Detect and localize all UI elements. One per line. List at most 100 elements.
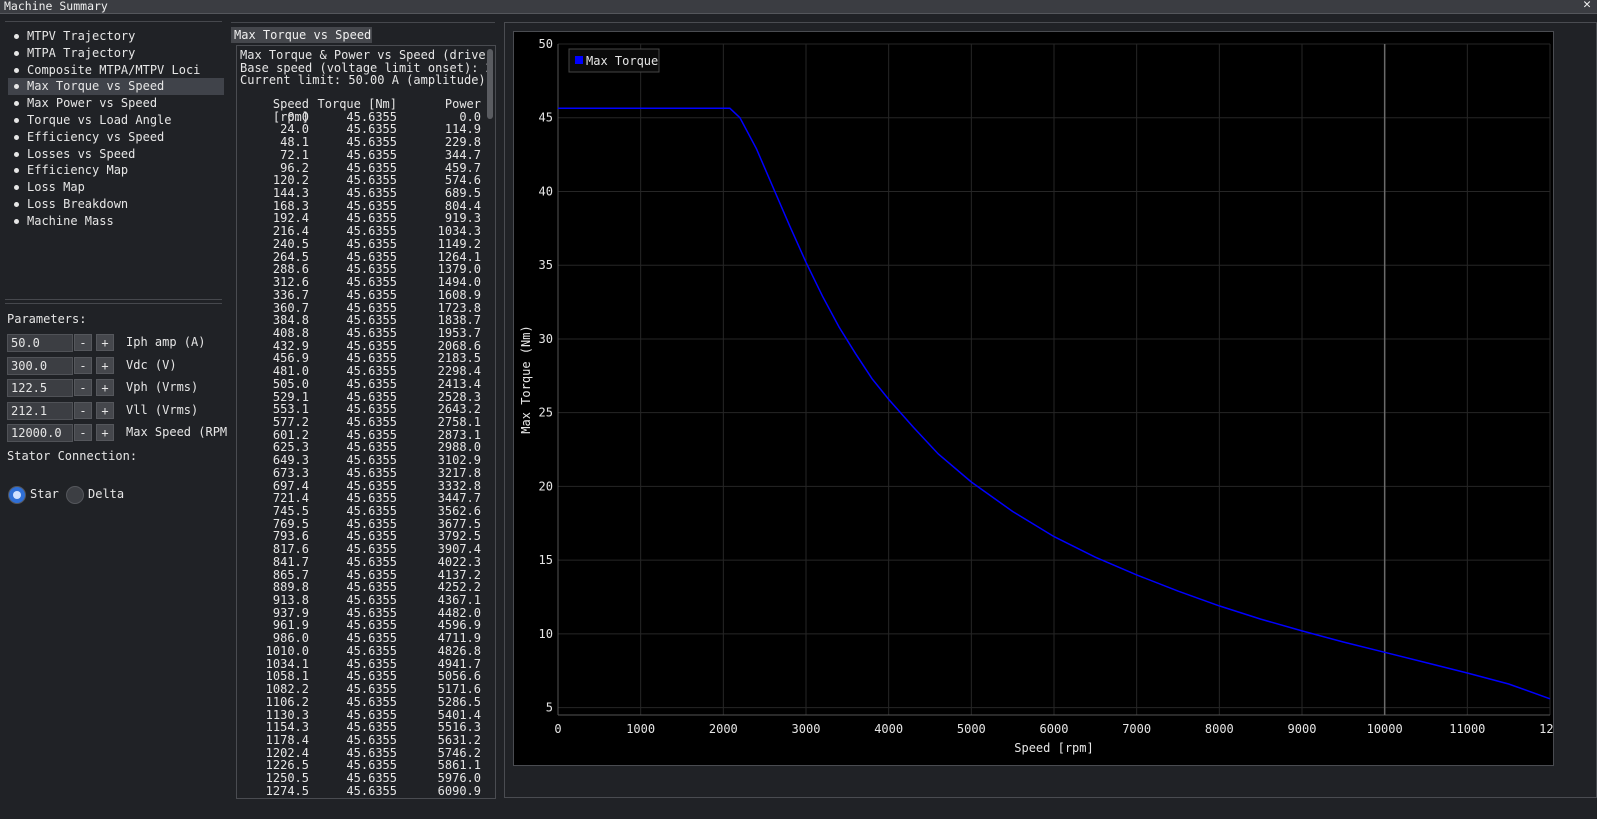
increment-button[interactable]: +: [96, 424, 114, 441]
nav-item[interactable]: MTPA Trajectory: [8, 45, 224, 62]
speed-cell: 240.5: [272, 236, 309, 251]
parameter-value-input[interactable]: 50.0: [7, 334, 73, 352]
table-row: 577.2 45.6355 2758.1: [237, 416, 483, 429]
radio-delta-indicator[interactable]: [66, 486, 84, 504]
x-tick-label: 8000: [1205, 722, 1234, 736]
speed-cell: 72.1: [280, 147, 309, 162]
nav-item[interactable]: Composite MTPA/MTPV Loci: [8, 62, 224, 79]
nav-item[interactable]: Loss Map: [8, 179, 224, 196]
x-tick-label: 1000: [626, 722, 655, 736]
nav-item-label: Losses vs Speed: [27, 146, 136, 161]
column-header: Power: [444, 97, 481, 111]
increment-button[interactable]: +: [96, 356, 114, 374]
parameter-value-input[interactable]: 122.5: [7, 379, 73, 397]
table-row: 1010.0 45.6355 4826.8: [237, 645, 483, 658]
x-tick-label: 10000: [1367, 722, 1403, 736]
nav-item[interactable]: Machine Mass: [8, 213, 224, 230]
speed-cell: 1010.0: [265, 643, 309, 658]
results-header: Max Torque & Power vs Speed (drive Base s…: [240, 49, 493, 87]
x-tick-label: 6000: [1040, 722, 1069, 736]
increment-button[interactable]: +: [96, 379, 114, 396]
y-tick-label: 30: [539, 332, 553, 346]
table-row: 841.7 45.6355 4022.3: [237, 556, 483, 569]
table-row: 72.1 45.6355 344.7: [237, 149, 483, 162]
power-cell: 6090.9: [437, 783, 481, 798]
bullet-icon: [14, 151, 19, 157]
power-cell: 2413.4: [437, 376, 481, 391]
nav-item[interactable]: MTPV Trajectory: [8, 28, 224, 45]
tab-max-torque-vs-speed[interactable]: Max Torque vs Speed: [231, 27, 372, 43]
torque-cell: 45.6355: [346, 771, 397, 786]
torque-cell: 45.6355: [346, 465, 397, 480]
torque-cell: 45.6355: [346, 376, 397, 391]
decrement-button[interactable]: -: [74, 356, 92, 374]
table-row: 240.5 45.6355 1149.2: [237, 238, 483, 251]
table-row: 1106.2 45.6355 5286.5: [237, 696, 483, 709]
radio-star-indicator[interactable]: [8, 486, 26, 504]
nav-item-label: Loss Map: [27, 180, 85, 195]
parameter-value-input[interactable]: 12000.0: [7, 424, 73, 442]
table-row: 1274.5 45.6355 6090.9: [237, 785, 483, 798]
power-cell: 5976.0: [437, 771, 481, 786]
parameter-value-input[interactable]: 212.1: [7, 401, 73, 420]
nav-item-label: Composite MTPA/MTPV Loci: [27, 62, 201, 77]
speed-cell: 577.2: [272, 414, 309, 429]
nav-item[interactable]: Losses vs Speed: [8, 146, 224, 163]
y-tick-label: 5: [546, 701, 553, 715]
nav-item[interactable]: Max Power vs Speed: [8, 95, 224, 112]
x-tick-label: 9000: [1288, 722, 1317, 736]
power-cell: 5171.6: [437, 682, 481, 697]
x-tick-label: 3000: [792, 722, 821, 736]
increment-button[interactable]: +: [96, 401, 114, 419]
nav-item[interactable]: Loss Breakdown: [8, 196, 224, 213]
torque-cell: 45.6355: [346, 414, 397, 429]
radio-star-label: Star: [30, 487, 59, 501]
nav-item[interactable]: Max Torque vs Speed: [8, 78, 224, 96]
speed-cell: 48.1: [280, 135, 309, 150]
column-header: Torque [Nm]: [317, 97, 397, 111]
speed-cell: 1082.2: [265, 682, 309, 697]
bullet-icon: [14, 218, 19, 224]
torque-cell: 45.6355: [346, 224, 397, 239]
y-tick-label: 50: [539, 37, 553, 51]
speed-cell: 144.3: [272, 186, 309, 201]
torque-cell: 45.6355: [346, 147, 397, 162]
table-row: 1082.2 45.6355 5171.6: [237, 683, 483, 696]
bullet-icon: [14, 50, 19, 56]
results-scrollbar[interactable]: [487, 49, 493, 119]
divider: [231, 22, 495, 23]
bullet-icon: [14, 201, 19, 207]
power-cell: 229.8: [444, 135, 481, 150]
nav-item[interactable]: Efficiency Map: [8, 162, 224, 179]
torque-cell: 45.6355: [346, 504, 397, 518]
speed-cell: 1274.5: [265, 783, 309, 798]
power-cell: 5286.5: [437, 694, 481, 709]
table-row: 1250.5 45.6355 5976.0: [237, 772, 483, 785]
max-torque-chart[interactable]: 0 1000 2000 3000 4000 5000 6000 7000 8000 9000 100…: [514, 32, 1561, 765]
decrement-button[interactable]: -: [74, 379, 92, 396]
results-text-pane[interactable]: Max Torque & Power vs Speed (drive Base s…: [236, 45, 496, 799]
plot-area[interactable]: 0 1000 2000 3000 4000 5000 6000 7000 8000 9000 100…: [513, 31, 1561, 766]
x-tick-label: 2000: [709, 722, 738, 736]
torque-cell: 45.6355: [346, 453, 397, 468]
table-row: 913.8 45.6355 4367.1: [237, 594, 483, 607]
torque-cell: 45.6355: [346, 643, 397, 658]
nav-item-label: Machine Mass: [27, 213, 114, 228]
nav-item[interactable]: Torque vs Load Angle: [8, 112, 224, 129]
power-cell: 1953.7: [437, 325, 481, 340]
nav-item[interactable]: Efficiency vs Speed: [8, 129, 224, 146]
bullet-icon: [14, 134, 19, 140]
power-cell: 2758.1: [437, 414, 481, 429]
close-icon[interactable]: ✕: [1583, 0, 1591, 12]
power-cell: 4367.1: [437, 593, 481, 608]
parameter-value-input[interactable]: 300.0: [7, 356, 73, 375]
x-tick-label: 4000: [874, 722, 903, 736]
increment-button[interactable]: +: [96, 334, 114, 351]
decrement-button[interactable]: -: [74, 334, 92, 351]
torque-cell: 45.6355: [346, 542, 397, 557]
decrement-button[interactable]: -: [74, 401, 92, 419]
table-row: 336.7 45.6355 1608.9: [237, 289, 483, 302]
power-cell: 689.5: [444, 186, 481, 201]
decrement-button[interactable]: -: [74, 424, 92, 441]
bullet-icon: [14, 34, 19, 39]
